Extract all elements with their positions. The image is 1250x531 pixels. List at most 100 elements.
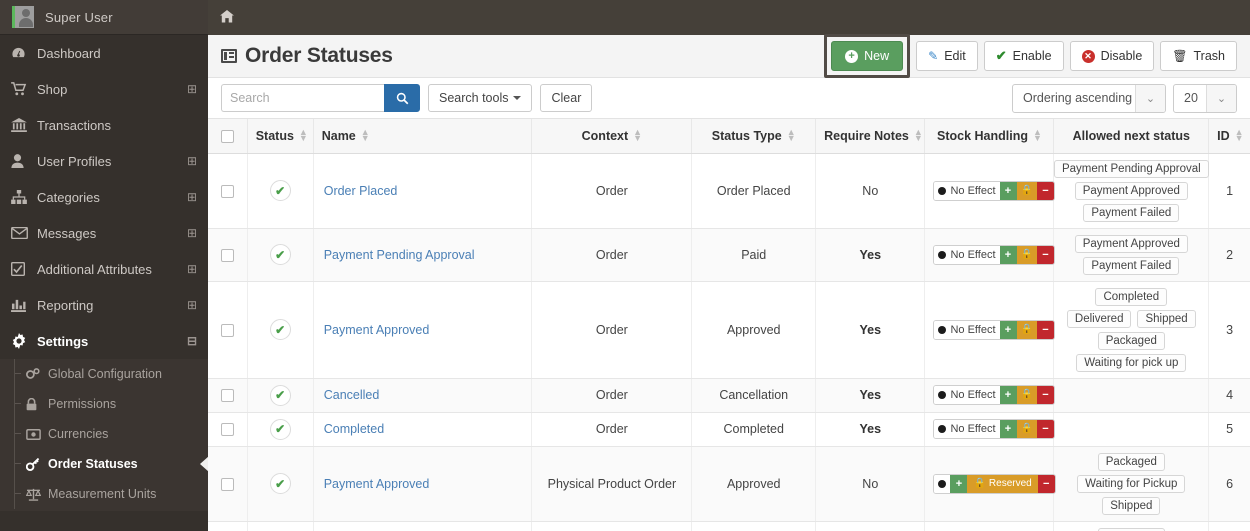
row-checkbox[interactable] bbox=[220, 184, 234, 198]
allowed-next-status-tag[interactable]: Shipped bbox=[1137, 309, 1196, 328]
stock-no-effect-option[interactable]: No Effect bbox=[934, 245, 1000, 264]
sort-arrows-icon[interactable]: ▲ ▼ bbox=[1235, 128, 1244, 143]
stock-decrease-option[interactable]: − bbox=[1036, 245, 1054, 264]
clear-button[interactable]: Clear bbox=[540, 84, 593, 112]
sidebar-subitem-currencies[interactable]: Currencies bbox=[0, 419, 208, 449]
stock-no-effect-option[interactable]: No Effect bbox=[934, 386, 1000, 404]
sidebar-subitem-measurement-units[interactable]: Measurement Units bbox=[0, 479, 208, 509]
stock-no-effect-option[interactable]: No Effect bbox=[934, 420, 1000, 438]
stock-increase-option[interactable]: + bbox=[999, 320, 1017, 339]
column-header-stock_handling[interactable]: Stock Handling ▲ ▼ bbox=[924, 119, 1055, 154]
row-checkbox[interactable] bbox=[220, 423, 234, 437]
allowed-next-status-tag[interactable]: Payment Approved bbox=[1074, 181, 1188, 200]
stock-decrease-option[interactable]: − bbox=[1036, 420, 1054, 438]
stock-increase-option[interactable]: + bbox=[999, 386, 1017, 404]
expand-icon[interactable]: ⊞ bbox=[187, 155, 197, 167]
stock-reserve-option[interactable]: 🔒 bbox=[1016, 320, 1037, 339]
sidebar-item-settings[interactable]: Settings ⊟ bbox=[0, 323, 208, 359]
allowed-next-status-tag[interactable]: Shipped bbox=[1102, 496, 1161, 515]
sidebar-item-transactions[interactable]: Transactions bbox=[0, 107, 208, 143]
column-header-id[interactable]: ID ▲ ▼ bbox=[1208, 119, 1250, 154]
sidebar-item-shop[interactable]: Shop ⊞ bbox=[0, 71, 208, 107]
stock-no-effect-option[interactable]: No Effect bbox=[934, 320, 1000, 339]
stock-no-effect-option[interactable] bbox=[934, 474, 951, 493]
column-header-status_type[interactable]: Status Type ▲ ▼ bbox=[691, 119, 817, 154]
search-tools-button[interactable]: Search tools bbox=[428, 84, 533, 112]
allowed-next-status-tag[interactable]: Packaged bbox=[1097, 527, 1165, 531]
status-name-link[interactable]: Cancelled bbox=[324, 388, 380, 402]
sidebar-item-additional-attributes[interactable]: Additional Attributes ⊞ bbox=[0, 251, 208, 287]
status-enabled-icon[interactable]: ✔ bbox=[269, 384, 291, 406]
stock-reserve-option[interactable]: 🔒 bbox=[1016, 181, 1037, 200]
status-name-link[interactable]: Payment Approved bbox=[324, 323, 430, 337]
search-submit-button[interactable] bbox=[384, 84, 420, 112]
allowed-next-status-tag[interactable]: Packaged bbox=[1097, 452, 1165, 471]
row-checkbox[interactable] bbox=[220, 323, 234, 337]
allowed-next-status-tag[interactable]: Waiting for pick up bbox=[1076, 353, 1187, 372]
stock-reserve-option[interactable]: 🔒 Reserved bbox=[967, 474, 1038, 493]
status-name-link[interactable]: Completed bbox=[324, 422, 384, 436]
select-all-checkbox[interactable] bbox=[220, 129, 234, 143]
sort-arrows-icon[interactable]: ▲ ▼ bbox=[299, 128, 308, 143]
sort-arrows-icon[interactable]: ▲ ▼ bbox=[1033, 128, 1042, 143]
stock-increase-option[interactable]: + bbox=[950, 474, 968, 493]
allowed-next-status-tag[interactable]: Delivered bbox=[1066, 309, 1132, 328]
allowed-next-status-tag[interactable]: Packaged bbox=[1097, 331, 1165, 350]
ordering-select[interactable]: Ordering ascending ⌄ bbox=[1012, 83, 1166, 113]
column-header-context[interactable]: Context ▲ ▼ bbox=[531, 119, 693, 154]
trash-button[interactable]: 🗑 Trash bbox=[1160, 41, 1237, 71]
sidebar-item-dashboard[interactable]: Dashboard bbox=[0, 35, 208, 71]
stock-increase-option[interactable]: + bbox=[999, 420, 1017, 438]
status-enabled-icon[interactable]: ✔ bbox=[269, 319, 291, 340]
sidebar-subitem-global-configuration[interactable]: Global Configuration bbox=[0, 359, 208, 389]
status-enabled-icon[interactable]: ✔ bbox=[269, 473, 291, 494]
stock-no-effect-option[interactable]: No Effect bbox=[934, 181, 1000, 200]
collapse-icon[interactable]: ⊟ bbox=[187, 335, 197, 347]
expand-icon[interactable]: ⊞ bbox=[187, 263, 197, 275]
status-name-link[interactable]: Payment Pending Approval bbox=[324, 248, 475, 262]
sort-arrows-icon[interactable]: ▲ ▼ bbox=[633, 128, 642, 143]
column-header-require_notes[interactable]: Require Notes ▲ ▼ bbox=[815, 119, 926, 154]
row-checkbox[interactable] bbox=[220, 248, 234, 262]
sort-arrows-icon[interactable]: ▲ ▼ bbox=[361, 128, 370, 143]
allowed-next-status-tag[interactable]: Payment Failed bbox=[1083, 203, 1180, 222]
column-header-status[interactable]: Status ▲ ▼ bbox=[247, 119, 314, 154]
sidebar-user[interactable]: Super User bbox=[0, 0, 208, 35]
expand-icon[interactable]: ⊞ bbox=[187, 227, 197, 239]
search-input[interactable] bbox=[221, 84, 384, 112]
status-enabled-icon[interactable]: ✔ bbox=[269, 180, 291, 201]
sidebar-item-messages[interactable]: Messages ⊞ bbox=[0, 215, 208, 251]
allowed-next-status-tag[interactable]: Completed bbox=[1095, 287, 1168, 306]
row-checkbox[interactable] bbox=[220, 389, 234, 403]
sidebar-item-user-profiles[interactable]: User Profiles ⊞ bbox=[0, 143, 208, 179]
home-icon[interactable] bbox=[220, 10, 234, 25]
sidebar-subitem-permissions[interactable]: Permissions bbox=[0, 389, 208, 419]
sidebar-item-categories[interactable]: Categories ⊞ bbox=[0, 179, 208, 215]
status-enabled-icon[interactable]: ✔ bbox=[269, 244, 291, 265]
expand-icon[interactable]: ⊞ bbox=[187, 191, 197, 203]
new-button[interactable]: + New bbox=[831, 41, 904, 71]
edit-button[interactable]: ✎ Edit bbox=[916, 41, 978, 71]
allowed-next-status-tag[interactable]: Payment Failed bbox=[1083, 256, 1180, 275]
allowed-next-status-tag[interactable]: Payment Pending Approval bbox=[1053, 159, 1209, 178]
sidebar-subitem-order-statuses[interactable]: Order Statuses bbox=[0, 449, 208, 479]
disable-button[interactable]: ✕ Disable bbox=[1069, 41, 1155, 71]
stock-increase-option[interactable]: + bbox=[999, 245, 1017, 264]
status-name-link[interactable]: Payment Approved bbox=[324, 477, 430, 491]
stock-reserve-option[interactable]: 🔒 bbox=[1016, 420, 1037, 438]
stock-reserve-option[interactable]: 🔒 bbox=[1016, 386, 1037, 404]
sort-arrows-icon[interactable]: ▲ ▼ bbox=[914, 128, 923, 143]
status-name-link[interactable]: Order Placed bbox=[324, 184, 398, 198]
stock-decrease-option[interactable]: − bbox=[1036, 320, 1054, 339]
stock-reserve-option[interactable]: 🔒 bbox=[1016, 245, 1037, 264]
allowed-next-status-tag[interactable]: Payment Approved bbox=[1074, 234, 1188, 253]
expand-icon[interactable]: ⊞ bbox=[187, 299, 197, 311]
enable-button[interactable]: ✔ Enable bbox=[983, 41, 1064, 71]
stock-decrease-option[interactable]: − bbox=[1036, 386, 1054, 404]
row-checkbox[interactable] bbox=[220, 477, 234, 491]
allowed-next-status-tag[interactable]: Waiting for Pickup bbox=[1077, 474, 1186, 493]
stock-decrease-option[interactable]: − bbox=[1037, 474, 1055, 493]
column-header-name[interactable]: Name ▲ ▼ bbox=[313, 119, 533, 154]
sort-arrows-icon[interactable]: ▲ ▼ bbox=[787, 128, 796, 143]
expand-icon[interactable]: ⊞ bbox=[187, 83, 197, 95]
